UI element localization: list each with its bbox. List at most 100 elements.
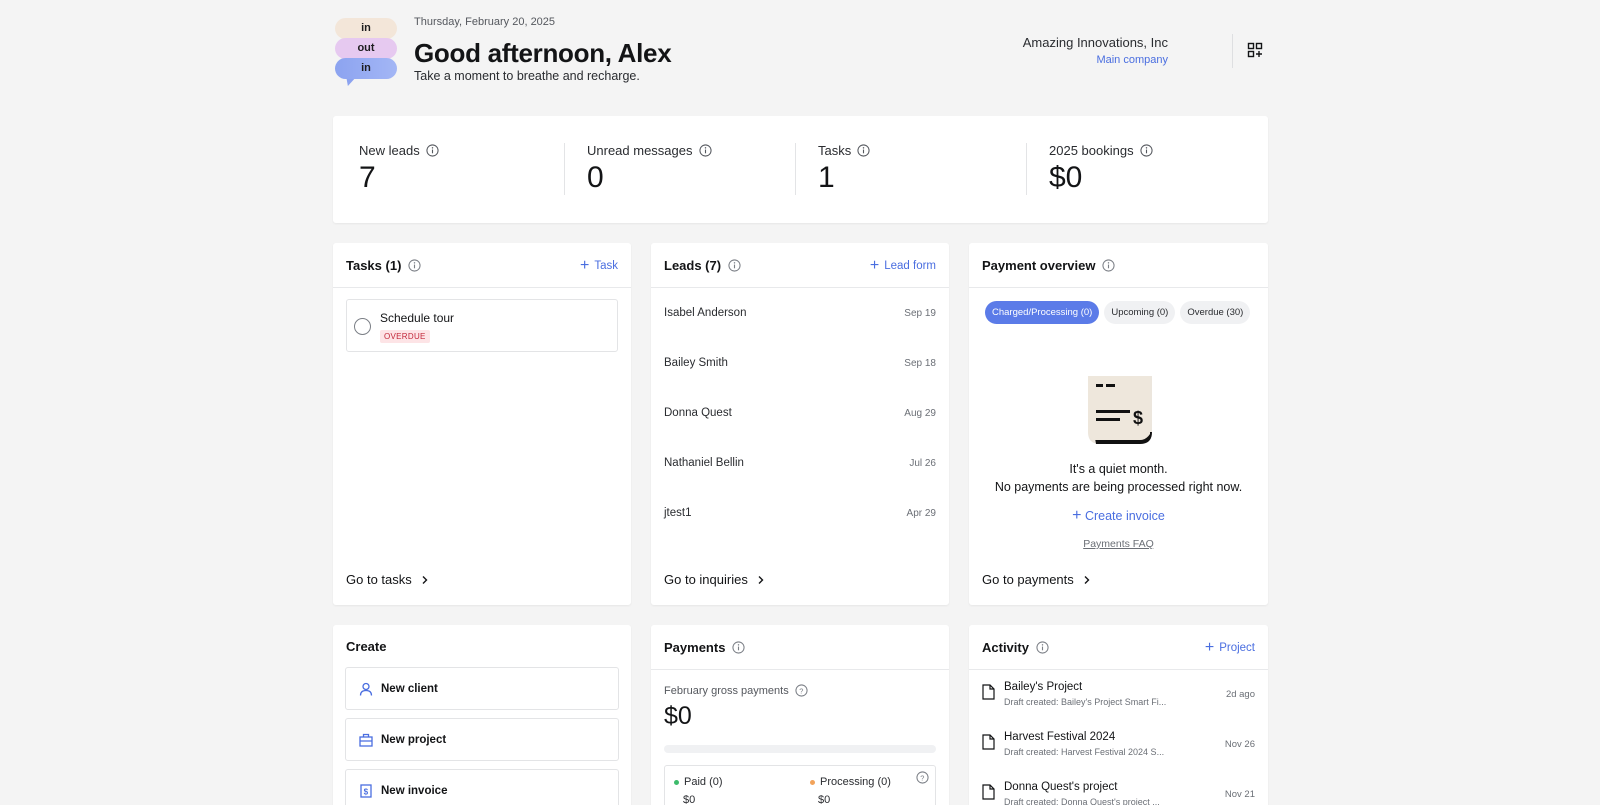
widgets-grid-icon[interactable] — [1247, 42, 1263, 58]
chevron-right-icon — [422, 575, 428, 584]
page-header: in out in Thursday, February 20, 2025 Go… — [333, 0, 1268, 114]
brand-logo: in out in — [335, 18, 399, 88]
receipt-illustration-icon: $ — [1088, 376, 1152, 444]
processing-dot-icon — [810, 779, 815, 785]
footer-link-label: Go to payments — [982, 572, 1074, 587]
payments-progress-bar — [664, 745, 936, 753]
footer-link-label: Go to tasks — [346, 572, 412, 587]
stat-tasks[interactable]: Tasks 1 — [795, 143, 1026, 195]
chevron-right-icon — [758, 575, 764, 584]
lead-date: Apr 29 — [906, 507, 936, 519]
page-subtitle: Take a moment to breathe and recharge. — [414, 69, 640, 83]
lead-form-button[interactable]: + Lead form — [870, 243, 936, 288]
card-header: Leads (7) + Lead form — [651, 243, 949, 288]
briefcase-icon — [359, 733, 373, 747]
info-icon[interactable] — [1036, 640, 1049, 654]
help-icon[interactable]: ? — [916, 771, 929, 784]
info-icon[interactable] — [857, 144, 870, 157]
card-header: Tasks (1) + Task — [333, 243, 631, 288]
tasks-card: Tasks (1) + Task Schedule tour OVERDUE G… — [333, 243, 631, 605]
card-title: Create — [346, 638, 387, 654]
new-client-button[interactable]: New client — [345, 667, 619, 710]
info-icon[interactable] — [1102, 258, 1116, 272]
svg-text:$: $ — [1133, 408, 1143, 428]
paid-dot-icon — [674, 779, 679, 785]
card-header: Payments — [651, 625, 949, 670]
processing-legend: Processing (0) — [810, 776, 891, 788]
payments-faq-link[interactable]: Payments FAQ — [969, 538, 1268, 550]
stat-value: 0 — [587, 161, 604, 194]
card-header: Payment overview — [969, 243, 1268, 288]
stat-new-leads[interactable]: New leads 7 — [333, 143, 564, 195]
card-title: Tasks (1) — [346, 257, 402, 273]
button-label: New client — [381, 682, 438, 695]
create-card: Create New client New project $ New invo… — [333, 625, 631, 805]
lead-name: Isabel Anderson — [664, 307, 747, 319]
info-icon[interactable] — [1139, 144, 1153, 157]
info-icon[interactable] — [408, 258, 421, 272]
new-invoice-button[interactable]: $ New invoice — [345, 769, 619, 805]
create-invoice-button[interactable]: + Create invoice — [969, 508, 1268, 524]
add-task-button[interactable]: + Task — [580, 243, 618, 288]
task-item[interactable]: Schedule tour OVERDUE — [346, 299, 618, 352]
person-icon — [359, 682, 373, 696]
dashboard: in out in Thursday, February 20, 2025 Go… — [333, 0, 1268, 805]
company-name: Amazing Innovations, Inc — [1022, 35, 1168, 50]
card-title: Leads (7) — [664, 257, 722, 273]
help-icon[interactable]: ? — [795, 684, 808, 697]
add-project-label: Project — [1219, 641, 1255, 654]
info-icon[interactable] — [728, 258, 741, 272]
tab-overdue[interactable]: Overdue (30) — [1180, 301, 1251, 324]
company-sub-label[interactable]: Main company — [1023, 54, 1168, 66]
go-to-tasks-link[interactable]: Go to tasks — [346, 572, 429, 587]
gross-payments-text: February gross payments — [664, 684, 789, 697]
lead-row[interactable]: Donna Quest Aug 29 — [651, 388, 949, 438]
document-icon — [982, 734, 995, 750]
payment-overview-card: Payment overview Charged/Processing (0) … — [969, 243, 1268, 605]
empty-state-line-1: It's a quiet month. — [1069, 462, 1168, 476]
paid-label: Paid (0) — [684, 776, 723, 788]
stat-unread-messages[interactable]: Unread messages 0 — [564, 143, 795, 195]
logo-pill-in-2: in — [335, 58, 397, 79]
stat-label: Tasks — [818, 143, 852, 158]
go-to-payments-link[interactable]: Go to payments — [982, 572, 1091, 587]
tab-charged-processing[interactable]: Charged/Processing (0) — [985, 301, 1100, 324]
stat-bookings[interactable]: 2025 bookings $0 — [1026, 143, 1257, 195]
info-icon[interactable] — [732, 640, 746, 654]
current-date: Thursday, February 20, 2025 — [414, 16, 556, 28]
new-project-button[interactable]: New project — [345, 718, 619, 761]
lead-row[interactable]: jtest1 Apr 29 — [651, 488, 949, 538]
lead-name: jtest1 — [664, 507, 692, 519]
plus-icon: + — [1072, 507, 1082, 524]
add-project-button[interactable]: + Project — [1205, 625, 1255, 670]
lead-date: Sep 19 — [904, 307, 936, 319]
activity-row[interactable]: Donna Quest's project Draft created: Don… — [969, 770, 1268, 805]
task-complete-checkbox[interactable] — [354, 318, 371, 335]
paid-legend: Paid (0) — [674, 776, 723, 788]
lead-row[interactable]: Isabel Anderson Sep 19 — [651, 288, 949, 338]
stat-value: 7 — [359, 161, 376, 194]
go-to-inquiries-link[interactable]: Go to inquiries — [664, 572, 765, 587]
paid-amount: $0 — [683, 794, 696, 805]
lead-date: Aug 29 — [904, 407, 936, 419]
activity-row[interactable]: Harvest Festival 2024 Draft created: Har… — [969, 720, 1268, 770]
payments-breakdown: Paid (0) $0 Processing (0) $0 ? — [664, 765, 936, 805]
lead-form-label: Lead form — [884, 259, 936, 272]
lead-row[interactable]: Nathaniel Bellin Jul 26 — [651, 438, 949, 488]
gross-payments-total: $0 — [664, 702, 692, 730]
empty-state-line-2: No payments are being processed right no… — [994, 480, 1243, 494]
info-icon[interactable] — [698, 144, 712, 157]
document-icon — [982, 784, 995, 800]
tab-upcoming[interactable]: Upcoming (0) — [1104, 301, 1176, 324]
company-switcher[interactable]: Amazing Innovations, Inc Main company — [1023, 35, 1168, 66]
chevron-right-icon — [1084, 575, 1090, 584]
gross-payments-label: February gross payments ? — [651, 670, 949, 697]
processing-amount: $0 — [818, 794, 831, 805]
activity-row[interactable]: Bailey's Project Draft created: Bailey's… — [969, 670, 1268, 720]
document-icon — [982, 684, 995, 700]
card-title: Payments — [664, 639, 726, 655]
stat-label: New leads — [359, 143, 420, 158]
lead-row[interactable]: Bailey Smith Sep 18 — [651, 338, 949, 388]
stat-label: Unread messages — [587, 143, 693, 158]
info-icon[interactable] — [426, 144, 439, 157]
